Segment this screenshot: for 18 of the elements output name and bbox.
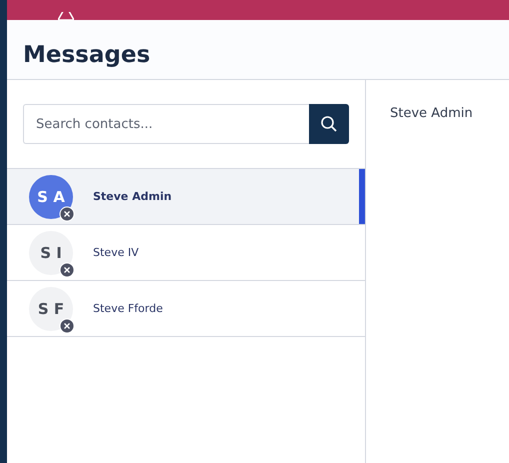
contact-row[interactable]: S F Steve Fforde bbox=[7, 281, 365, 337]
offline-status-icon bbox=[59, 262, 75, 278]
contact-row[interactable]: S A Steve Admin bbox=[7, 169, 365, 225]
offline-status-icon bbox=[59, 206, 75, 222]
contact-name: Steve Fforde bbox=[93, 302, 163, 315]
contact-name: Steve Admin bbox=[93, 190, 172, 203]
avatar-initials: S I bbox=[40, 244, 62, 262]
conversation-contact-name: Steve Admin bbox=[390, 106, 473, 121]
avatar-initials: S F bbox=[38, 300, 64, 318]
contact-row[interactable]: S I Steve IV bbox=[7, 225, 365, 281]
search-button[interactable] bbox=[309, 104, 349, 144]
selection-indicator bbox=[359, 169, 365, 224]
page-title: Messages bbox=[23, 41, 150, 68]
offline-status-icon bbox=[59, 318, 75, 334]
contact-name: Steve IV bbox=[93, 246, 139, 259]
search-field[interactable]: Search contacts... bbox=[23, 104, 309, 144]
search-icon bbox=[320, 115, 338, 133]
avatar-initials: S A bbox=[37, 188, 65, 206]
